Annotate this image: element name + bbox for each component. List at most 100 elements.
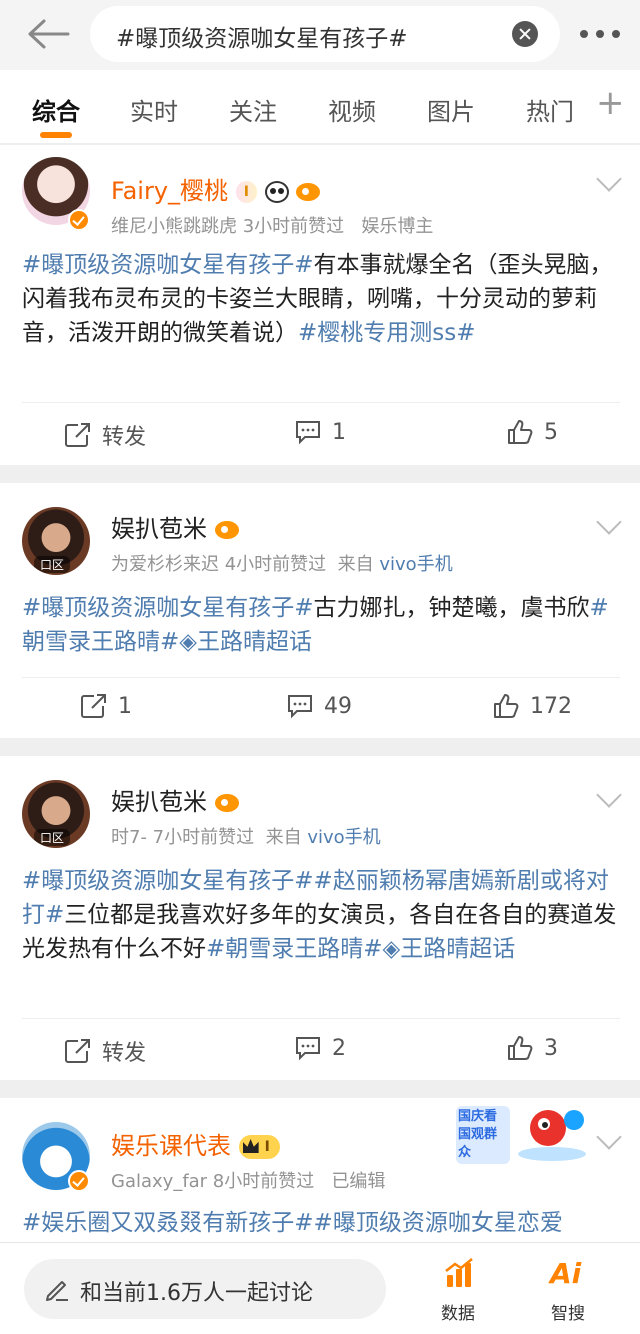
topic-link[interactable]: #朝雪录王路晴#: [206, 936, 383, 962]
post-body: #娱乐圈又双叒叕有新孩子##曝顶级资源咖女星恋爱: [22, 1206, 620, 1240]
tab-comprehensive[interactable]: 综合: [32, 92, 80, 127]
meta-extra: 娱乐博主: [361, 216, 434, 237]
topic-link[interactable]: #樱桃专用测ss#: [298, 320, 476, 346]
tab-video[interactable]: 视频: [328, 92, 376, 127]
avatar[interactable]: 口区: [22, 507, 90, 575]
verified-icon: [68, 209, 90, 231]
tab-realtime[interactable]: 实时: [130, 92, 178, 127]
post-card[interactable]: 口区 娱扒苞米 时7- 7小时前赞过 来自 vivo手机 #曝顶级资源咖女星有孩…: [0, 756, 640, 1080]
like-button[interactable]: 5: [506, 419, 558, 445]
repost-count: 1: [118, 693, 132, 719]
comment-count: 2: [332, 1035, 346, 1061]
repost-icon: [65, 423, 90, 447]
comment-count: 1: [332, 419, 346, 445]
add-tab-icon[interactable]: +: [596, 86, 625, 120]
post-card[interactable]: 口区 娱扒苞米 为爱杉杉来迟 4小时前赞过 来自 vivo手机 #曝顶级资源咖女…: [0, 483, 640, 738]
post-body: #曝顶级资源咖女星有孩子##赵丽颖杨幂唐嫣新剧或将对打#三位都是我喜欢好多年的女…: [22, 864, 620, 966]
device-link[interactable]: vivo手机: [307, 827, 380, 848]
post-text: 古力娜扎，钟楚曦，虞书欣: [313, 595, 590, 621]
post-card[interactable]: Fairy_樱桃 I 维尼小熊跳跳虎 3小时前赞过 娱乐博主 #曝顶级资源咖女星…: [0, 145, 640, 465]
meta-text: 为爱杉杉来迟 4小时前赞过: [111, 554, 327, 575]
chevron-down-icon[interactable]: [596, 782, 622, 808]
avatar[interactable]: 口区: [22, 780, 90, 848]
panda-icon: [264, 181, 289, 203]
like-button[interactable]: 3: [506, 1035, 558, 1061]
search-box[interactable]: #曝顶级资源咖女星有孩子#: [90, 6, 560, 62]
like-icon: [508, 420, 533, 444]
device-link[interactable]: vivo手机: [379, 554, 452, 575]
meta-text: 维尼小熊跳跳虎 3小时前赞过: [111, 216, 345, 237]
comment-icon: [296, 1037, 320, 1061]
meta-text: Galaxy_far 8小时前赞过: [111, 1171, 315, 1192]
post-body: #曝顶级资源咖女星有孩子#有本事就爆全名（歪头晃脑，闪着我布灵布灵的卡姿兰大眼睛…: [22, 248, 620, 350]
chevron-down-icon[interactable]: [596, 1124, 622, 1150]
topic-link[interactable]: #曝顶级资源咖女星有孩子#: [22, 252, 314, 278]
meta-text: 时7- 7小时前赞过: [111, 827, 255, 848]
username-row: 娱扒苞米: [111, 509, 239, 544]
username[interactable]: 娱乐课代表: [111, 1132, 231, 1160]
like-icon: [494, 694, 519, 718]
post-meta: 为爱杉杉来迟 4小时前赞过 来自 vivo手机: [111, 550, 453, 576]
comment-button[interactable]: 2: [294, 1035, 346, 1061]
username-row: 娱扒苞米: [111, 782, 239, 817]
promo-sticker[interactable]: 国庆看国观群众: [456, 1102, 588, 1164]
active-tab-indicator: [40, 132, 72, 138]
clear-icon[interactable]: [512, 21, 538, 47]
topic-link[interactable]: #曝顶级资源咖女星有孩子#: [22, 595, 314, 621]
avatar-tag: 口区: [34, 829, 71, 846]
ai-label: 智搜: [551, 1304, 585, 1324]
repost-label: 转发: [102, 425, 147, 450]
divider: [22, 677, 620, 678]
username[interactable]: Fairy_樱桃: [111, 177, 228, 205]
like-icon: [508, 1036, 533, 1060]
bottom-bar: 和当前1.6万人一起讨论 数据 Ai 智搜: [0, 1242, 640, 1334]
topic-link[interactable]: #娱乐圈又双叒叕有新孩子##曝顶级资源咖女星恋爱: [22, 1210, 563, 1236]
tab-images[interactable]: 图片: [427, 92, 475, 127]
ai-icon: Ai: [550, 1257, 582, 1290]
like-count: 172: [530, 693, 572, 719]
comment-button[interactable]: 1: [294, 419, 346, 445]
data-button[interactable]: 数据: [430, 1257, 490, 1327]
like-count: 5: [544, 419, 558, 445]
chevron-down-icon[interactable]: [596, 509, 622, 535]
meta-from: 来自: [265, 827, 302, 848]
fish-icon: [214, 794, 239, 812]
repost-label: 转发: [102, 1041, 147, 1066]
more-options-icon[interactable]: [580, 30, 624, 40]
super-topic-link[interactable]: ◈王路晴超话: [383, 936, 516, 962]
back-arrow-icon[interactable]: [26, 18, 70, 50]
promo-text: 国庆看国观群众: [456, 1106, 510, 1164]
post-card[interactable]: 娱乐课代表 I Galaxy_far 8小时前赞过 已编辑 国庆看国观群众 #娱…: [0, 1098, 640, 1258]
comment-icon: [296, 421, 320, 445]
member-badge: I: [235, 181, 257, 203]
search-query[interactable]: #曝顶级资源咖女星有孩子#: [116, 19, 408, 53]
fish-icon: [214, 521, 239, 539]
comment-count: 49: [324, 693, 352, 719]
divider: [22, 402, 620, 403]
repost-button[interactable]: 转发: [64, 1035, 146, 1067]
meta-from: 来自: [337, 554, 374, 575]
tab-following[interactable]: 关注: [229, 92, 277, 127]
repost-icon: [65, 1039, 90, 1063]
username[interactable]: 娱扒苞米: [111, 515, 207, 543]
username[interactable]: 娱扒苞米: [111, 788, 207, 816]
chevron-down-icon[interactable]: [596, 166, 622, 192]
verified-icon: [68, 1170, 90, 1192]
divider: [22, 1018, 620, 1019]
super-topic-link[interactable]: ◈王路晴超话: [179, 629, 312, 655]
post-meta: 维尼小熊跳跳虎 3小时前赞过 娱乐博主: [111, 212, 433, 238]
post-meta: 时7- 7小时前赞过 来自 vivo手机: [111, 823, 381, 849]
repost-button[interactable]: 1: [80, 693, 132, 719]
pencil-icon: [46, 1281, 68, 1301]
data-label: 数据: [441, 1304, 475, 1324]
like-button[interactable]: 172: [492, 693, 572, 719]
ai-search-button[interactable]: Ai 智搜: [540, 1257, 600, 1327]
fish-icon: [296, 183, 321, 201]
post-body: #曝顶级资源咖女星有孩子#古力娜扎，钟楚曦，虞书欣#朝雪录王路晴#◈王路晴超话: [22, 591, 620, 659]
username-row: Fairy_樱桃 I: [111, 171, 321, 206]
tab-hot[interactable]: 热门: [526, 92, 574, 127]
repost-button[interactable]: 转发: [64, 419, 146, 451]
discuss-input[interactable]: 和当前1.6万人一起讨论: [24, 1259, 386, 1319]
comment-button[interactable]: 49: [286, 693, 352, 719]
avatar-tag: 口区: [34, 556, 71, 573]
